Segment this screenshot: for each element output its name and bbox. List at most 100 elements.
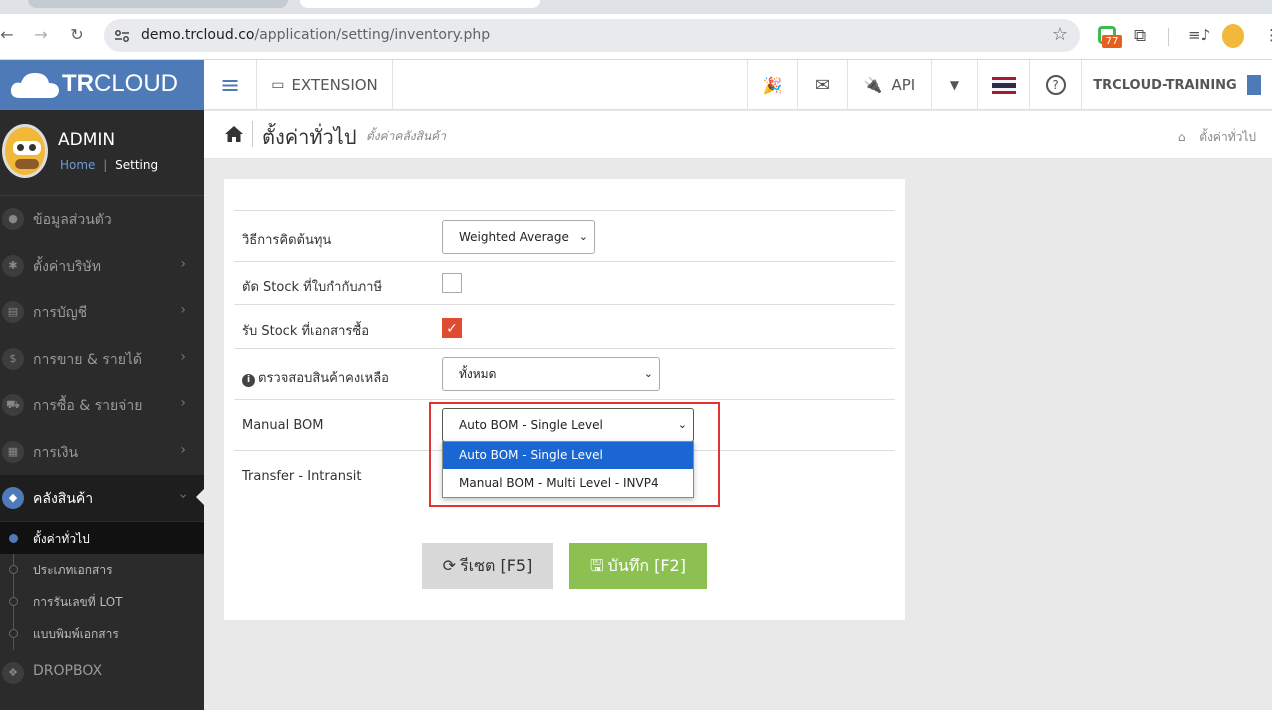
building-icon: [1246, 75, 1261, 95]
cart-icon: ⛟: [2, 394, 24, 416]
crumb-home-link[interactable]: Home: [60, 158, 95, 172]
submenu-item-lot-numbering[interactable]: การรันเลขที่ LOT: [0, 585, 204, 617]
caret-down-icon[interactable]: ▼: [931, 60, 977, 110]
avatar[interactable]: [2, 124, 48, 178]
page-title: ตั้งค่าทั่วไป: [262, 125, 357, 149]
forward-arrow-icon[interactable]: →: [30, 24, 52, 46]
extension-button[interactable]: ▭ EXTENSION: [256, 60, 393, 110]
sidebar-item-profile[interactable]: ● ข้อมูลส่วนตัว: [0, 196, 204, 242]
info-icon[interactable]: i: [242, 374, 255, 387]
sidebar-item-accounting[interactable]: ▤ การบัญชี ›: [0, 289, 204, 335]
cut-stock-checkbox[interactable]: [442, 273, 462, 293]
extension-label: EXTENSION: [291, 76, 378, 94]
floppy-disk-icon: 🖫: [590, 556, 604, 575]
submenu-dot: [9, 597, 18, 606]
extension-icon[interactable]: 77: [1098, 26, 1122, 48]
chevron-right-icon: ›: [180, 256, 186, 272]
site-settings-icon[interactable]: [114, 28, 130, 44]
receive-stock-label: รับ Stock ที่เอกสารซื้อ: [242, 324, 370, 339]
breadcrumb-home-icon[interactable]: ⌂: [1178, 130, 1186, 144]
user-icon: ●: [2, 208, 24, 230]
submenu-label: ตั้งค่าทั่วไป: [33, 532, 90, 546]
sidebar-item-sales[interactable]: $ การขาย & รายได้ ›: [0, 336, 204, 382]
user-profile: ADMIN Home | Setting: [0, 110, 204, 196]
page-subtitle: ตั้งค่าคลังสินค้า: [366, 129, 446, 143]
sidebar-item-label: DROPBOX: [33, 663, 103, 679]
settings-panel: วิธีการคิดต้นทุน Weighted Average ⌄ ตัด …: [224, 179, 905, 620]
book-icon: ▤: [2, 301, 24, 323]
app-logo[interactable]: TRCLOUD: [0, 60, 204, 110]
puzzle-icon[interactable]: ⧉: [1134, 26, 1154, 48]
calendar-icon: ▦: [2, 441, 24, 463]
monitor-icon: ▭: [271, 77, 285, 93]
sidebar-item-label: ข้อมูลส่วนตัว: [33, 212, 112, 228]
profile-avatar[interactable]: [1222, 24, 1244, 48]
hamburger-menu-icon[interactable]: ≡: [204, 60, 256, 110]
reload-icon[interactable]: ↻: [66, 24, 88, 46]
bookmark-star-icon[interactable]: ☆: [1052, 24, 1068, 45]
party-popper-icon[interactable]: 🎉: [747, 60, 797, 110]
chevron-down-icon: ⌄: [643, 367, 653, 380]
sidebar-breadcrumb: Home | Setting: [60, 158, 158, 172]
url-domain: demo.trcloud.co: [141, 27, 255, 43]
transfer-intransit-label: Transfer - Intransit: [242, 469, 362, 484]
save-label: บันทึก [F2]: [607, 556, 686, 575]
cost-method-label: วิธีการคิดต้นทุน: [242, 233, 332, 248]
browser-toolbar: ← → ↻ demo.trcloud.co/application/settin…: [0, 14, 1272, 60]
cost-method-select[interactable]: Weighted Average ⌄: [442, 220, 595, 254]
sidebar-item-label: การบัญชี: [33, 305, 88, 321]
check-remaining-select[interactable]: ทั้งหมด ⌄: [442, 357, 660, 391]
browser-tab[interactable]: [28, 0, 288, 8]
back-arrow-icon[interactable]: ←: [0, 24, 18, 46]
cost-method-value: Weighted Average: [459, 230, 569, 244]
sidebar-item-label: การเงิน: [33, 445, 79, 461]
sidebar-item-label: คลังสินค้า: [33, 491, 94, 507]
reset-label: รีเซต [F5]: [460, 556, 533, 575]
submenu-item-document-types[interactable]: ประเภทเอกสาร: [0, 553, 204, 585]
breadcrumb-current: ตั้งค่าทั่วไป: [1199, 130, 1256, 144]
sidebar-item-inventory[interactable]: ◆ คลังสินค้า ›: [0, 475, 204, 521]
sidebar-item-label: ตั้งค่าบริษัท: [33, 259, 102, 275]
envelope-icon[interactable]: ✉: [797, 60, 847, 110]
sidebar-item-label: การซื้อ & รายจ่าย: [33, 398, 143, 414]
home-icon[interactable]: [224, 125, 244, 143]
submenu-item-general-settings[interactable]: ตั้งค่าทั่วไป: [0, 522, 204, 554]
page-header: ตั้งค่าทั่วไป ตั้งค่าคลังสินค้า ⌂ ตั้งค่…: [204, 111, 1272, 159]
submenu-item-print-templates[interactable]: แบบพิมพ์เอกสาร: [0, 617, 204, 649]
check-remaining-label-wrap: i ตรวจสอบสินค้าคงเหลือ: [242, 367, 389, 388]
crumb-current: Setting: [115, 158, 159, 172]
save-button[interactable]: 🖫 บันทึก [F2]: [569, 543, 707, 589]
highlight-annotation: [429, 402, 720, 507]
top-navigation: ≡ ▭ EXTENSION 🎉 ✉ 🔌 API ▼ ? TRCLOUD-TRAI…: [204, 60, 1272, 110]
help-icon[interactable]: ?: [1029, 60, 1081, 110]
sidebar-item-dropbox[interactable]: ❖ DROPBOX: [0, 650, 204, 696]
dropbox-icon: ❖: [2, 662, 24, 684]
dollar-icon: $: [2, 348, 24, 370]
account-label: TRCLOUD-TRAINING: [1093, 77, 1237, 93]
crumb-separator: |: [103, 158, 108, 172]
browser-tab-active[interactable]: [300, 0, 540, 8]
submenu-dot: [9, 565, 18, 574]
cloud-icon: [10, 73, 59, 98]
api-button[interactable]: 🔌 API: [847, 60, 931, 110]
logo-text: CLOUD: [94, 70, 179, 97]
url-path: /application/setting/inventory.php: [254, 27, 491, 43]
account-menu[interactable]: TRCLOUD-TRAINING: [1081, 60, 1272, 110]
media-control-icon[interactable]: ≡♪: [1188, 26, 1210, 48]
user-name: ADMIN: [58, 130, 116, 150]
chevron-right-icon: ›: [180, 349, 186, 365]
sidebar-item-company-settings[interactable]: ✱ ตั้งค่าบริษัท ›: [0, 243, 204, 289]
submenu-dot: [9, 534, 18, 543]
reset-button[interactable]: ⟳ รีเซต [F5]: [422, 543, 553, 589]
plug-icon: 🔌: [863, 76, 883, 94]
receive-stock-checkbox[interactable]: ✓: [442, 318, 462, 338]
api-label: API: [891, 76, 916, 94]
chevron-down-icon: ›: [175, 493, 192, 499]
thai-flag-icon[interactable]: [977, 60, 1029, 110]
refresh-icon: ⟳: [442, 556, 457, 575]
sidebar-item-purchases[interactable]: ⛟ การซื้อ & รายจ่าย ›: [0, 382, 204, 428]
browser-menu-icon[interactable]: ⋮: [1264, 26, 1272, 48]
submenu-dot: [9, 629, 18, 638]
address-bar[interactable]: demo.trcloud.co/application/setting/inve…: [104, 19, 1080, 52]
sidebar-item-finance[interactable]: ▦ การเงิน ›: [0, 429, 204, 475]
